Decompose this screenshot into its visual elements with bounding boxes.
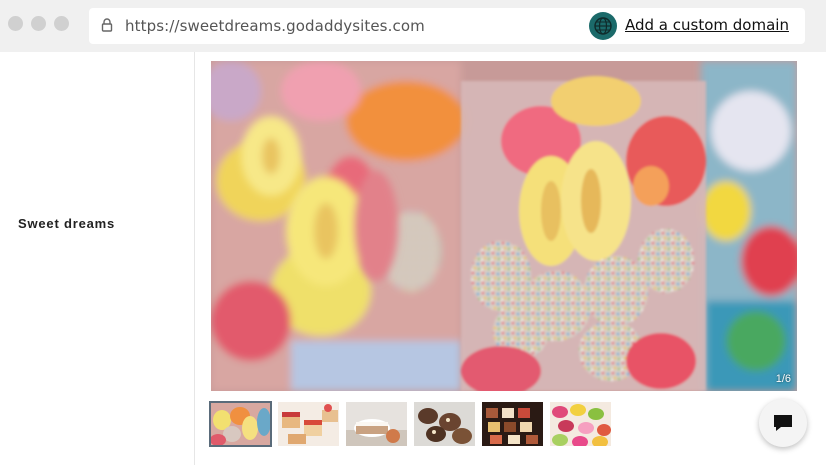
thumbnail-4[interactable] <box>414 402 475 446</box>
window-dot-minimize[interactable] <box>31 16 46 31</box>
thumbnail-5[interactable] <box>482 402 543 446</box>
thumbnail-6[interactable] <box>550 402 611 446</box>
chat-button[interactable] <box>759 399 807 447</box>
window-dot-close[interactable] <box>8 16 23 31</box>
site-sidebar: Sweet dreams <box>0 52 195 465</box>
globe-icon[interactable] <box>589 12 617 40</box>
browser-chrome: https://sweetdreams.godaddysites.com Add… <box>0 0 826 52</box>
gallery-thumbnails <box>209 401 611 447</box>
window-dot-maximize[interactable] <box>54 16 69 31</box>
slide-counter: 1/6 <box>775 373 791 385</box>
address-bar[interactable]: https://sweetdreams.godaddysites.com Add… <box>89 8 805 44</box>
url-text[interactable]: https://sweetdreams.godaddysites.com <box>125 17 425 35</box>
thumbnail-3[interactable] <box>346 402 407 446</box>
add-custom-domain-link[interactable]: Add a custom domain <box>625 16 789 34</box>
lock-icon <box>101 18 113 32</box>
window-controls <box>8 16 69 31</box>
thumbnail-1[interactable] <box>209 401 272 447</box>
site-title[interactable]: Sweet dreams <box>18 216 115 231</box>
candy-photo <box>211 61 797 391</box>
gallery-main-image[interactable]: 1/6 <box>211 61 797 391</box>
thumbnail-2[interactable] <box>278 402 339 446</box>
